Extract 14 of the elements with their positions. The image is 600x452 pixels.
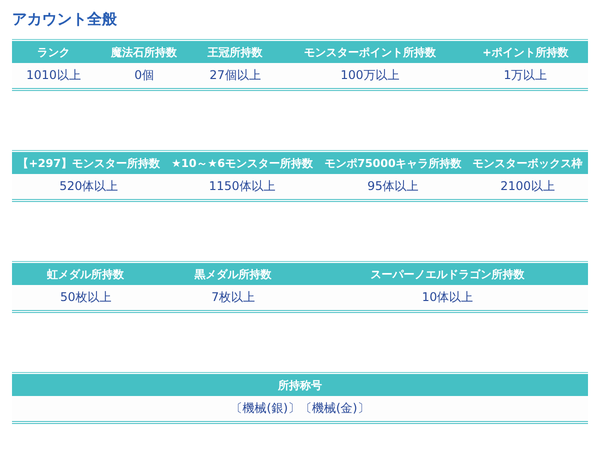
column-header: +ポイント所持数 <box>462 41 588 63</box>
column-header: スーパーノエルドラゴン所持数 <box>306 263 588 285</box>
column-header: 黒メダル所持数 <box>159 263 307 285</box>
column-header: ランク <box>12 41 96 63</box>
column-header: 魔法石所持数 <box>95 41 194 63</box>
section-title: アカウント全般 <box>12 9 118 30</box>
column-header: 【+297】モンスター所持数 <box>12 152 166 174</box>
column-header: 虹メダル所持数 <box>12 263 160 285</box>
column-header: ★10～★6モンスター所持数 <box>166 152 319 174</box>
column-header: モンスターポイント所持数 <box>276 41 463 63</box>
column-header: 所持称号 <box>12 374 588 396</box>
column-header: モンスターボックス枠 <box>467 152 588 174</box>
column-header: モンポ75000キャラ所持数 <box>318 152 468 174</box>
column-header: 王冠所持数 <box>193 41 277 63</box>
